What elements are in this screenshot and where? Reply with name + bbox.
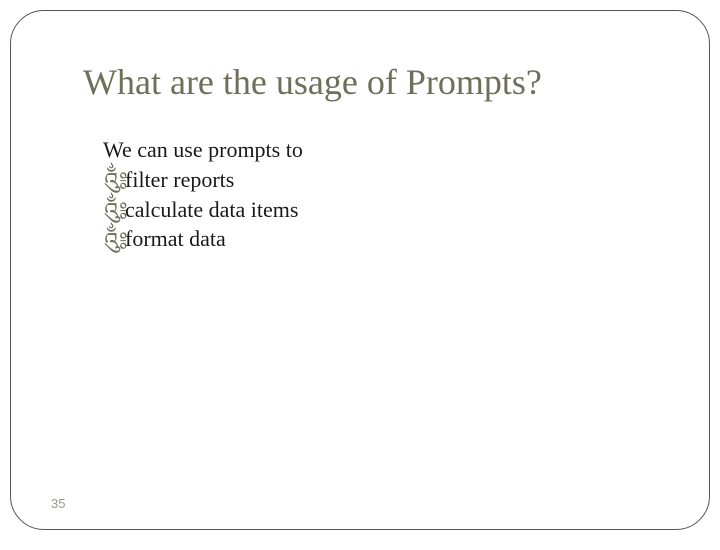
- intro-text: We can use prompts to: [103, 137, 303, 163]
- slide-frame: What are the usage of Prompts? We can us…: [10, 10, 710, 530]
- list-item-text: calculate data items: [125, 197, 298, 222]
- page-number: 35: [51, 496, 65, 511]
- swirl-bullet-icon: ༃: [103, 196, 127, 226]
- list-item-text: format data: [125, 226, 226, 251]
- slide-title: What are the usage of Prompts?: [83, 63, 542, 103]
- slide-body: We can use prompts to ༃ filter reports ༃…: [103, 137, 303, 254]
- list-item: ༃ filter reports: [103, 165, 303, 195]
- list-item: ༃ format data: [103, 224, 303, 254]
- list-item-text: filter reports: [125, 167, 234, 192]
- bullet-list: ༃ filter reports ༃ calculate data items …: [103, 165, 303, 254]
- list-item: ༃ calculate data items: [103, 195, 303, 225]
- swirl-bullet-icon: ༃: [103, 166, 127, 196]
- swirl-bullet-icon: ༃: [103, 226, 127, 256]
